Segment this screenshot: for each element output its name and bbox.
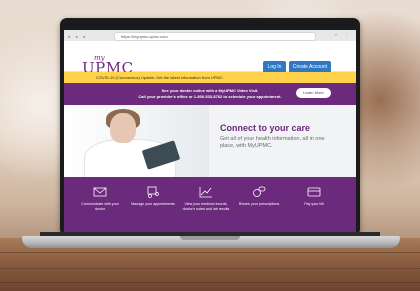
window-controls[interactable]: ● ● ●: [68, 34, 87, 39]
pills-icon: [253, 186, 266, 197]
photo-scene: ● ● ● https://myupmc.upmc.com ☆ ⋮ my UPM…: [0, 0, 420, 291]
doctor-face: [110, 113, 136, 143]
address-bar-text: https://myupmc.upmc.com: [121, 34, 168, 39]
credit-card-icon: [307, 187, 321, 197]
laptop-notch: [180, 236, 240, 240]
feature-appointments[interactable]: Manage your appointments: [129, 177, 177, 232]
envelope-icon: [93, 187, 107, 197]
address-bar[interactable]: https://myupmc.upmc.com: [114, 32, 316, 41]
wood-grain: [0, 252, 420, 253]
features-bar: Communicate with your doctor Manage your…: [64, 177, 356, 232]
feature-label: Pay your bill: [304, 202, 324, 206]
feature-label: View your medical records, doctor's note…: [182, 202, 230, 211]
hero-title: Connect to your care: [220, 123, 311, 133]
learn-more-button[interactable]: Learn More: [296, 88, 331, 98]
feature-label: Manage your appointments: [131, 202, 175, 206]
site-header: my UPMC Log In Create Account: [64, 41, 356, 77]
feature-communicate[interactable]: Communicate with your doctor: [76, 177, 124, 232]
laptop-screen: ● ● ● https://myupmc.upmc.com ☆ ⋮ my UPM…: [64, 30, 356, 232]
hero-subtitle: Get all of your health information, all …: [220, 136, 325, 149]
feature-prescriptions[interactable]: Renew your prescriptions: [235, 177, 283, 232]
chart-icon: [199, 187, 212, 198]
wood-grain: [0, 282, 420, 283]
calendar-people-icon: [147, 186, 159, 198]
feature-records[interactable]: View your medical records, doctor's note…: [182, 177, 230, 232]
feature-label: Renew your prescriptions: [238, 202, 280, 206]
hero-section: Connect to your care Get all of your hea…: [64, 105, 356, 177]
video-visit-banner: See your doctor online with a MyUPMC Vid…: [64, 83, 356, 105]
browser-menu-icons[interactable]: ☆ ⋮: [334, 32, 352, 37]
doctor-photo: [64, 105, 209, 177]
feature-label: Communicate with your doctor: [81, 202, 119, 211]
covid-alert-banner: COVID-19 (Coronavirus) Update: Get the l…: [64, 72, 356, 83]
alert-text[interactable]: COVID-19 (Coronavirus) Update: Get the l…: [96, 72, 224, 83]
feature-pay-bill[interactable]: Pay your bill: [290, 177, 338, 232]
wood-grain: [0, 268, 420, 269]
